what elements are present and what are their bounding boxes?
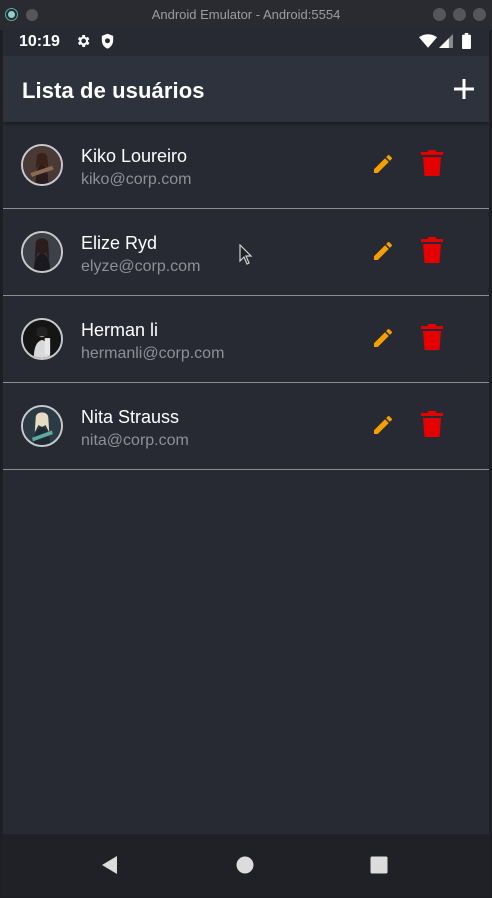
status-time: 10:19 — [19, 33, 60, 50]
avatar — [21, 405, 63, 447]
trash-icon — [421, 411, 443, 437]
user-email: kiko@corp.com — [81, 171, 192, 188]
maximize-button[interactable] — [453, 8, 466, 21]
user-name: Herman li — [81, 320, 159, 340]
user-name: Elize Ryd — [81, 233, 158, 253]
delete-button[interactable] — [421, 411, 443, 437]
home-icon — [236, 856, 254, 874]
edit-button[interactable] — [371, 239, 395, 263]
avatar — [21, 144, 63, 186]
plus-icon — [454, 79, 474, 99]
user-email: elyze@corp.com — [81, 258, 201, 275]
recents-button[interactable] — [368, 854, 390, 876]
pencil-icon — [374, 154, 392, 173]
window-title: Android Emulator - Android:5554 — [151, 7, 341, 22]
user-list: Kiko Loureiro kiko@corp.com Elize Ryd el… — [3, 122, 489, 470]
back-icon — [102, 856, 117, 874]
battery-icon — [462, 33, 471, 49]
mouse-cursor-icon — [239, 244, 253, 265]
home-button[interactable] — [234, 854, 256, 876]
trash-icon — [421, 237, 443, 263]
trash-icon — [421, 324, 443, 350]
edit-button[interactable] — [371, 413, 395, 437]
pencil-icon — [374, 415, 392, 434]
list-item[interactable]: Kiko Loureiro kiko@corp.com — [3, 122, 489, 209]
list-item[interactable]: Nita Strauss nita@corp.com — [3, 383, 489, 470]
recents-icon — [370, 856, 388, 874]
device-screen: 10:19 Lista de usuários Kiko Loureiro ki… — [3, 28, 489, 896]
shield-icon — [101, 33, 114, 49]
edit-button[interactable] — [371, 152, 395, 176]
delete-button[interactable] — [421, 237, 443, 263]
delete-button[interactable] — [421, 324, 443, 350]
avatar — [21, 231, 63, 273]
back-button[interactable] — [99, 854, 121, 876]
wifi-icon — [419, 34, 437, 48]
signal-icon — [439, 34, 453, 48]
edit-button[interactable] — [371, 326, 395, 350]
list-item[interactable]: Herman li hermanli@corp.com — [3, 296, 489, 383]
minimize-button[interactable] — [433, 8, 446, 21]
add-user-button[interactable] — [453, 78, 475, 100]
page-title: Lista de usuários — [22, 78, 205, 103]
app-bar: Lista de usuários — [3, 56, 489, 122]
status-bar: 10:19 — [3, 28, 489, 56]
user-email: hermanli@corp.com — [81, 345, 225, 362]
pencil-icon — [374, 328, 392, 347]
user-name: Kiko Loureiro — [81, 146, 188, 166]
user-email: nita@corp.com — [81, 432, 189, 449]
user-name: Nita Strauss — [81, 407, 180, 427]
gear-icon — [77, 35, 90, 47]
trash-icon — [421, 150, 443, 176]
close-window-button[interactable] — [473, 8, 486, 21]
pencil-icon — [374, 241, 392, 260]
avatar — [21, 318, 63, 360]
system-nav-bar — [3, 834, 489, 896]
emulator-title-bar: Android Emulator - Android:5554 — [0, 0, 492, 30]
delete-button[interactable] — [421, 150, 443, 176]
